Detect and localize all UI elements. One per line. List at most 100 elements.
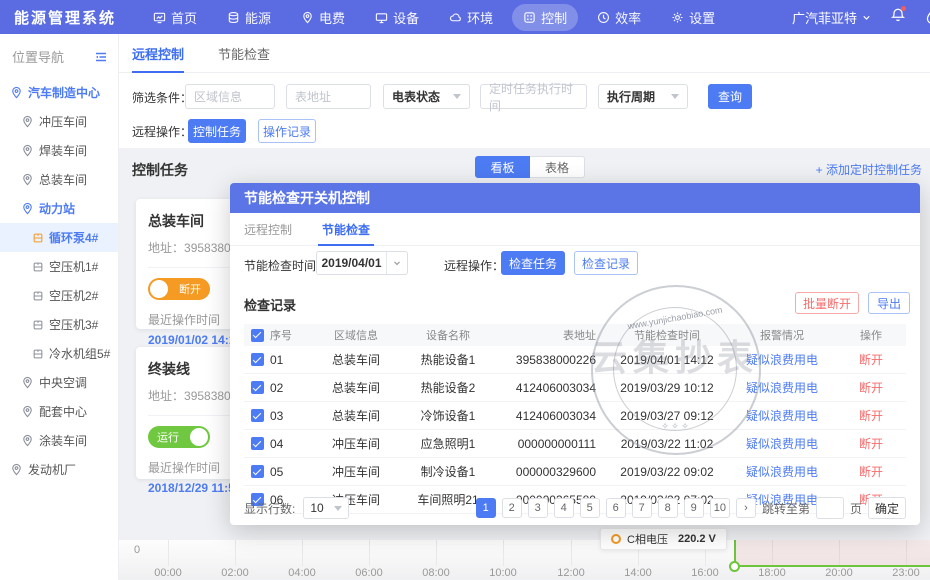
table-row: 01总装车间热能设备13958380002262019/04/01 14:12疑…	[244, 346, 906, 374]
view-table-button[interactable]: 表格	[530, 156, 585, 178]
meter-status-value: 电表状态	[392, 88, 440, 105]
page-button-9[interactable]: 9	[684, 498, 704, 518]
export-button[interactable]: 导出	[868, 292, 910, 314]
cell-action[interactable]: 断开	[836, 379, 906, 396]
page-button-8[interactable]: 8	[658, 498, 678, 518]
nav-item-efficiency[interactable]: 效率	[586, 4, 652, 31]
sidebar-item-9[interactable]: 空压机3#	[0, 310, 118, 339]
page-tabs: 远程控制 节能检查	[118, 34, 930, 73]
cell-action[interactable]: 断开	[836, 463, 906, 480]
sidebar-item-11[interactable]: 中央空调	[0, 368, 118, 397]
water-drop-icon[interactable]	[924, 9, 930, 25]
page-button-4[interactable]: 4	[554, 498, 574, 518]
tab-remote-control[interactable]: 远程控制	[132, 34, 184, 72]
cell-area: 总装车间	[310, 351, 402, 368]
power-toggle-on[interactable]: 运行	[148, 426, 210, 448]
sidebar-item-7[interactable]: 空压机1#	[0, 252, 118, 281]
sidebar-item-6[interactable]: 循环泵4#	[0, 223, 118, 252]
sidebar-item-4[interactable]: 总装车间	[0, 165, 118, 194]
modal-title: 节能检查开关机控制	[244, 188, 370, 208]
power-toggle-off[interactable]: 断开	[148, 278, 210, 300]
page-button-3[interactable]: 3	[528, 498, 548, 518]
cell-action[interactable]: 断开	[836, 351, 906, 368]
page-button-7[interactable]: 7	[632, 498, 652, 518]
nav-item-electricity[interactable]: 电费	[290, 4, 356, 31]
cell-device: 冷饰设备1	[402, 407, 494, 424]
page-button-10[interactable]: 10	[710, 498, 730, 518]
cell-action[interactable]: 断开	[836, 435, 906, 452]
cell-alarm: 疑似浪费用电	[728, 379, 836, 396]
row-checkbox[interactable]	[244, 409, 270, 422]
sidebar-item-5[interactable]: 动力站	[0, 194, 118, 223]
sidebar-item-1[interactable]: 汽车制造中心	[0, 78, 118, 107]
modal-tab-remote[interactable]: 远程控制	[244, 213, 292, 245]
nav-item-environment[interactable]: 环境	[438, 4, 504, 31]
table-row: 04冲压车间应急照明10000000001112019/03/22 11:02疑…	[244, 430, 906, 458]
nav-item-settings[interactable]: 设置	[660, 4, 726, 31]
check-date-select[interactable]: 2019/04/01	[316, 251, 408, 275]
cell-alarm: 疑似浪费用电	[728, 435, 836, 452]
card-address-label: 地址：	[148, 389, 184, 403]
check-task-button[interactable]: 检查任务	[501, 251, 565, 275]
row-checkbox[interactable]	[244, 381, 270, 394]
check-record-button[interactable]: 检查记录	[574, 251, 638, 275]
sidebar-item-label: 冲压车间	[39, 113, 87, 130]
checkbox-checked-icon	[251, 381, 264, 394]
sidebar-item-14[interactable]: 发动机厂	[0, 455, 118, 484]
meter-status-select[interactable]: 电表状态	[383, 84, 470, 109]
row-checkbox[interactable]	[244, 437, 270, 450]
search-button[interactable]: 查询	[708, 84, 752, 109]
page-button-6[interactable]: 6	[606, 498, 626, 518]
sidebar-item-10[interactable]: 冷水机组5#	[0, 339, 118, 368]
tab-energy-check[interactable]: 节能检查	[218, 34, 270, 72]
sidebar-item-8[interactable]: 空压机2#	[0, 281, 118, 310]
select-all-checkbox[interactable]	[244, 329, 270, 342]
check-date-value: 2019/04/01	[317, 256, 386, 270]
next-page-button[interactable]: ›	[736, 498, 756, 518]
rows-per-page-select[interactable]: 10	[303, 497, 349, 519]
nav-item-devices[interactable]: 设备	[364, 4, 430, 31]
notification-bell-icon[interactable]	[890, 7, 906, 28]
app: { "topbar": { "brand": "能源管理系统", "nav": …	[0, 0, 930, 580]
confirm-button[interactable]: 确定	[868, 497, 906, 519]
cell-no: 02	[270, 381, 310, 395]
batch-disconnect-button[interactable]: 批量断开	[795, 292, 859, 314]
cell-meter: 000000000111	[494, 437, 606, 451]
sidebar-item-12[interactable]: 配套中心	[0, 397, 118, 426]
sidebar-item-label: 空压机2#	[49, 287, 98, 304]
meter-address-input[interactable]: 表地址	[286, 84, 371, 109]
x-tick-label: 16:00	[691, 567, 719, 579]
cycle-select[interactable]: 执行周期	[598, 84, 688, 109]
sidebar-item-3[interactable]: 焊装车间	[0, 136, 118, 165]
company-dropdown[interactable]: 广汽菲亚特	[792, 8, 872, 27]
nav-item-energy[interactable]: 能源	[216, 4, 282, 31]
location-pin-icon	[21, 202, 34, 215]
row-checkbox[interactable]	[244, 353, 270, 366]
sidebar-item-13[interactable]: 涂装车间	[0, 426, 118, 455]
region-input[interactable]: 区域信息	[185, 84, 275, 109]
gridline	[369, 540, 370, 566]
row-checkbox[interactable]	[244, 465, 270, 478]
cell-action[interactable]: 断开	[836, 407, 906, 424]
sidebar-item-label: 冷水机组5#	[49, 345, 110, 362]
nav-item-home[interactable]: 首页	[142, 4, 208, 31]
add-scheduled-task-link[interactable]: + 添加定时控制任务	[816, 161, 922, 178]
toggle-label: 断开	[179, 281, 201, 297]
page-button-1[interactable]: 1	[476, 498, 496, 518]
cell-time: 2019/03/22 09:02	[606, 465, 728, 479]
page-button-2[interactable]: 2	[502, 498, 522, 518]
view-board-button[interactable]: 看板	[475, 156, 530, 178]
sidebar-item-2[interactable]: 冲压车间	[0, 107, 118, 136]
control-task-button[interactable]: 控制任务	[188, 119, 246, 143]
operation-record-button[interactable]: 操作记录	[258, 119, 316, 143]
checkbox-checked-icon	[251, 437, 264, 450]
sidebar-item-label: 空压机1#	[49, 258, 98, 275]
nav-item-control[interactable]: 控制	[512, 4, 578, 31]
page-button-5[interactable]: 5	[580, 498, 600, 518]
task-time-input[interactable]: 定时任务执行时间	[480, 84, 587, 109]
modal-tab-saving[interactable]: 节能检查	[322, 213, 370, 245]
collapse-menu-icon[interactable]	[94, 50, 108, 64]
jump-page-input[interactable]	[816, 497, 844, 519]
y-axis-zero: 0	[134, 544, 140, 556]
x-tick-label: 00:00	[154, 567, 182, 579]
